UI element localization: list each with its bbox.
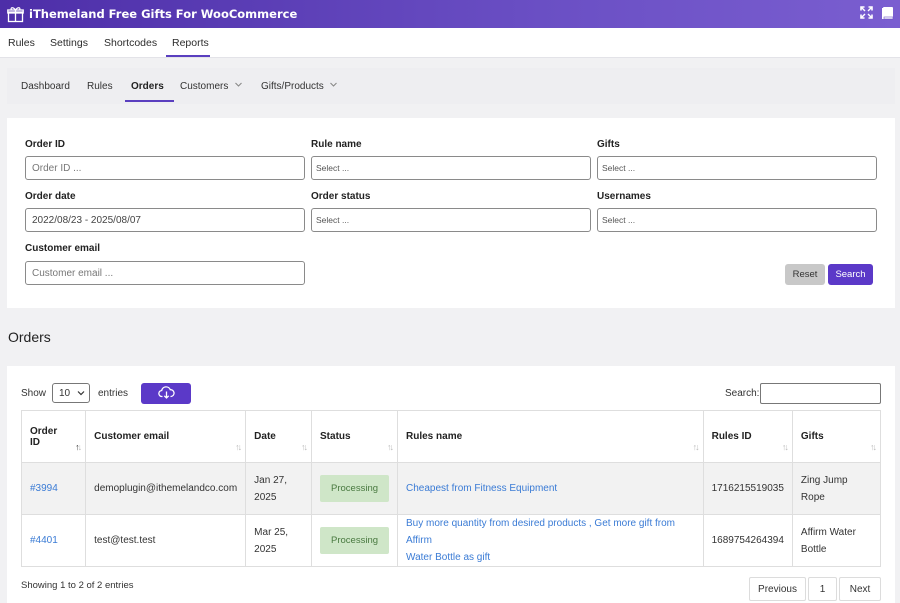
export-button[interactable]	[141, 383, 191, 404]
column-header-customer-email[interactable]: Customer email ↑↓	[85, 410, 247, 463]
customer-email-cell: demoplugin@ithemelandco.com	[85, 462, 247, 515]
page-length-select[interactable]: 10	[52, 383, 90, 403]
date-cell: Mar 25, 2025	[245, 514, 313, 567]
sort-icon: ↑↓	[387, 442, 394, 452]
order-date-range-input[interactable]: 2022/08/23 - 2025/08/07	[25, 208, 305, 232]
main-navigation: Rules Settings Shortcodes Reports	[0, 28, 900, 58]
gifts-cell: Affirm Water Bottle	[791, 514, 882, 567]
date-cell: Jan 27, 2025	[245, 462, 313, 515]
column-header-rules-name[interactable]: Rules name ↑↓	[397, 410, 704, 463]
order-id-input[interactable]: Order ID ...	[25, 156, 305, 180]
sort-icon: ↑↓	[870, 442, 877, 452]
table-row: #3994 demoplugin@ithemelandco.com Jan 27…	[20, 462, 882, 515]
main-nav-reports[interactable]: Reports	[172, 37, 209, 49]
sort-icon: ↑↓	[781, 442, 789, 452]
rules-id-cell: 1716215519035	[702, 462, 793, 515]
usernames-label: Usernames	[597, 191, 651, 202]
tab-rules[interactable]: Rules	[87, 81, 113, 92]
gifts-cell: Zing Jump Rope	[791, 462, 882, 515]
tab-customers[interactable]: Customers	[180, 81, 228, 92]
order-status-select[interactable]: Select ...	[311, 208, 591, 232]
entries-label: entries	[98, 388, 129, 399]
customer-email-cell: test@test.test	[85, 514, 247, 567]
pagination-page-button[interactable]: 1	[808, 577, 837, 601]
table-search-label: Search:	[725, 388, 760, 399]
gifts-label: Gifts	[597, 139, 620, 150]
rule-name-label: Rule name	[311, 139, 362, 150]
order-link[interactable]: #3994	[30, 483, 58, 494]
order-id-label: Order ID	[25, 139, 66, 150]
cloud-download-icon	[157, 385, 175, 402]
gifts-select[interactable]: Select ...	[597, 156, 877, 180]
chevron-down-icon[interactable]	[234, 80, 243, 92]
table-info: Showing 1 to 2 of 2 entries	[21, 580, 134, 591]
table-search-input[interactable]	[760, 383, 881, 404]
pagination-previous-button[interactable]: Previous	[749, 577, 806, 601]
gift-box-icon	[5, 4, 25, 24]
tab-orders[interactable]: Orders	[131, 81, 164, 92]
search-button[interactable]: Search	[828, 264, 873, 285]
sort-ascending-icon: ↑↓	[75, 442, 82, 452]
orders-table: Order ID ↑↓ Customer email ↑↓ Date ↑↓ Status…	[20, 410, 882, 567]
filter-panel: Order ID Order ID ... Rule name Select .…	[7, 118, 895, 308]
usernames-select[interactable]: Select ...	[597, 208, 877, 232]
chevron-down-icon[interactable]	[329, 80, 338, 92]
book-icon[interactable]	[881, 6, 894, 23]
table-header-row: Order ID ↑↓ Customer email ↑↓ Date ↑↓ Status…	[20, 410, 882, 463]
main-nav-settings[interactable]: Settings	[50, 37, 88, 49]
order-date-label: Order date	[25, 191, 76, 202]
tab-gifts-products[interactable]: Gifts/Products	[261, 81, 324, 92]
chevron-down-icon	[76, 388, 86, 401]
rule-name-select[interactable]: Select ...	[311, 156, 591, 180]
status-badge: Processing	[320, 527, 390, 554]
reports-subnav: Dashboard Rules Orders Customers Gifts/P…	[7, 68, 895, 104]
rule-link[interactable]: Buy more quantity from desired products …	[406, 518, 675, 563]
sort-icon: ↑↓	[235, 442, 242, 452]
customer-email-label: Customer email	[25, 243, 101, 254]
fullscreen-icon[interactable]	[860, 6, 873, 23]
rule-link[interactable]: Cheapest from Fitness Equipment	[406, 483, 557, 494]
orders-table-card: Show 10 entries Search: Order ID ↑↓ Custom…	[7, 366, 895, 603]
rules-id-cell: 1689754264394	[702, 514, 793, 567]
table-row: #4401 test@test.test Mar 25, 2025 Process…	[20, 514, 882, 567]
main-nav-rules[interactable]: Rules	[8, 37, 35, 49]
subnav-active-indicator	[125, 100, 174, 102]
customer-email-input[interactable]: Customer email ...	[25, 261, 305, 285]
column-header-status[interactable]: Status ↑↓	[311, 410, 399, 463]
status-badge: Processing	[320, 475, 390, 502]
show-label: Show	[21, 388, 47, 399]
pagination-next-button[interactable]: Next	[839, 577, 881, 601]
sort-icon: ↑↓	[692, 442, 700, 452]
main-nav-active-indicator	[166, 55, 210, 57]
page-length-value: 10	[59, 387, 71, 399]
reset-button[interactable]: Reset	[785, 264, 825, 285]
sort-icon: ↑↓	[301, 442, 308, 452]
app-title: iThemeland Free Gifts For WooCommerce	[29, 7, 298, 21]
app-header: iThemeland Free Gifts For WooCommerce	[0, 0, 900, 28]
section-title: Orders	[8, 329, 51, 345]
order-link[interactable]: #4401	[30, 535, 58, 546]
column-header-order-id[interactable]: Order ID ↑↓	[20, 410, 87, 463]
tab-dashboard[interactable]: Dashboard	[21, 81, 70, 92]
column-header-gifts[interactable]: Gifts ↑↓	[791, 410, 882, 463]
column-header-date[interactable]: Date ↑↓	[245, 410, 313, 463]
column-header-rules-id[interactable]: Rules ID ↑↓	[702, 410, 793, 463]
order-status-label: Order status	[311, 191, 371, 202]
main-nav-shortcodes[interactable]: Shortcodes	[104, 37, 157, 49]
